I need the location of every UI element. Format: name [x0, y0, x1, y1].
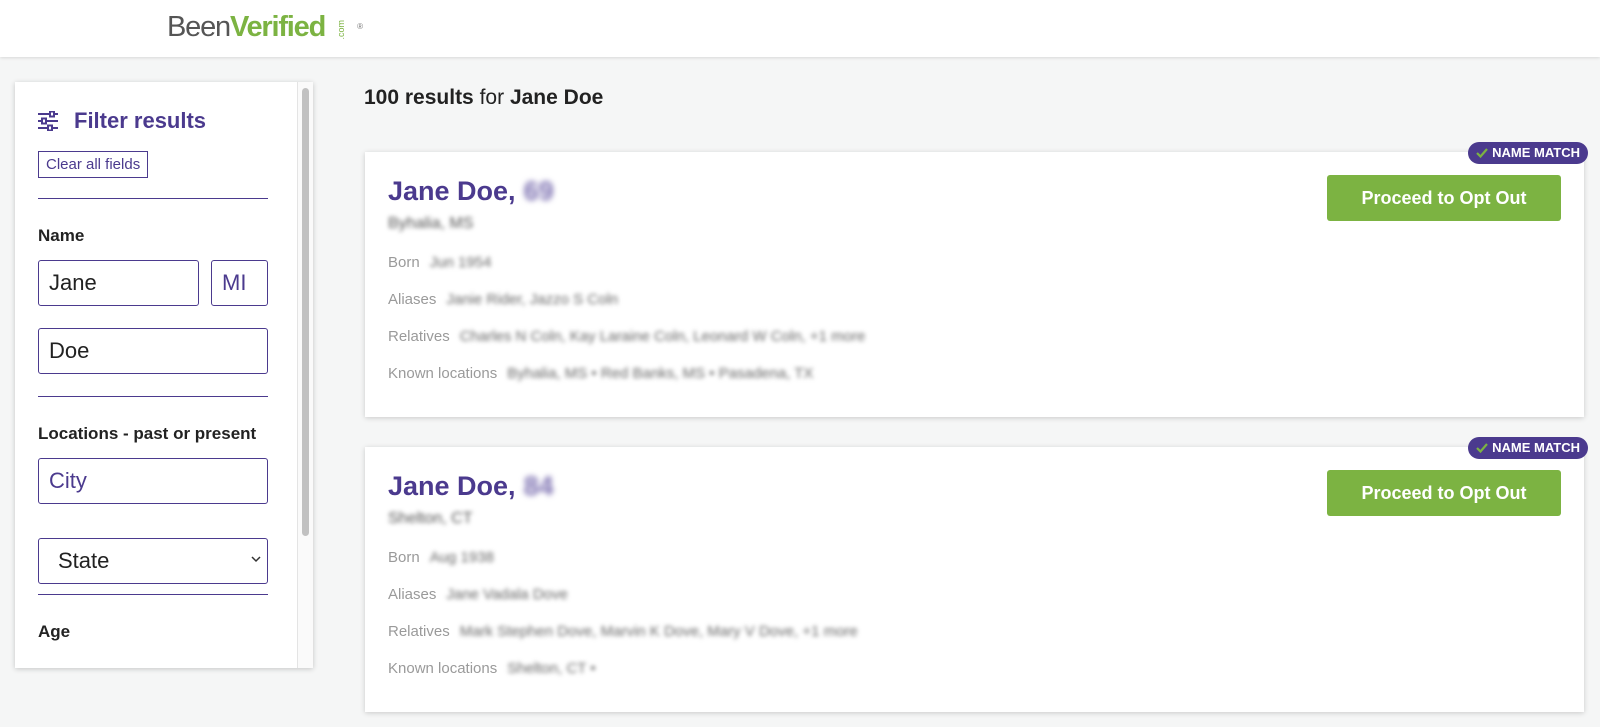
result-card: NAME MATCH Jane Doe, 69 Byhalia, MS Born…: [365, 142, 1588, 417]
name-match-badge: NAME MATCH: [1468, 142, 1588, 164]
result-card: NAME MATCH Jane Doe, 84 Shelton, CT Born…: [365, 437, 1588, 712]
proceed-to-opt-out-button[interactable]: Proceed to Opt Out: [1327, 175, 1561, 221]
sidebar-scrollbar-thumb[interactable]: [302, 88, 309, 536]
logo-been-text: Been: [167, 11, 231, 43]
logo-verified-text: Verified: [229, 11, 326, 43]
known-locations-row: Known locations Shelton, CT •: [388, 660, 596, 677]
known-locations-row: Known locations Byhalia, MS • Red Banks,…: [388, 365, 813, 382]
aliases-label: Aliases: [388, 291, 437, 308]
result-age: 84: [523, 471, 554, 501]
filter-sidebar: Filter results Clear all fields Name Jan…: [15, 82, 313, 668]
divider: [38, 198, 268, 199]
aliases-value: Jane Vadala Dove: [446, 586, 568, 603]
proceed-to-opt-out-button[interactable]: Proceed to Opt Out: [1327, 470, 1561, 516]
relatives-row: Relatives Mark Stephen Dove, Marvin K Do…: [388, 623, 858, 640]
badge-label: NAME MATCH: [1492, 440, 1580, 455]
age-label: Age: [38, 622, 71, 641]
relatives-label: Relatives: [388, 328, 450, 345]
result-name-link[interactable]: Jane Doe, 69: [388, 176, 554, 207]
logo-com-text: .com: [336, 20, 347, 40]
aliases-row: Aliases Janie Rider, Jazzo S Coln: [388, 291, 618, 308]
born-row: Born Jun 1954: [388, 254, 491, 271]
known-locations-value: Byhalia, MS • Red Banks, MS • Pasadena, …: [507, 365, 814, 382]
badge-label: NAME MATCH: [1492, 145, 1580, 160]
relatives-value: Mark Stephen Dove, Marvin K Dove, Mary V…: [459, 623, 858, 640]
divider: [38, 396, 268, 397]
results-query: Jane Doe: [509, 86, 604, 109]
name-match-badge: NAME MATCH: [1468, 437, 1588, 459]
relatives-label: Relatives: [388, 623, 450, 640]
known-locations-label: Known locations: [388, 660, 498, 677]
name-label: Name: [38, 226, 85, 245]
born-value: Aug 1938: [429, 549, 494, 566]
results-for-text: for: [479, 86, 505, 109]
result-location: Shelton, CT: [388, 510, 473, 527]
born-value: Jun 1954: [429, 254, 492, 271]
born-label: Born: [388, 254, 420, 271]
known-locations-label: Known locations: [388, 365, 498, 382]
beenverified-logo[interactable]: Been Verified .com ®: [167, 12, 363, 42]
divider: [38, 594, 268, 595]
chevron-down-icon: [251, 556, 261, 563]
born-label: Born: [388, 549, 420, 566]
filter-title: Filter results: [74, 108, 207, 133]
sidebar-scrollbar[interactable]: [297, 82, 313, 668]
first-name-input[interactable]: Jane: [38, 260, 199, 306]
results-count: 100 results: [364, 86, 474, 109]
sliders-icon: [38, 111, 58, 131]
aliases-label: Aliases: [388, 586, 437, 603]
middle-initial-input[interactable]: MI: [211, 260, 268, 306]
relatives-value: Charles N Coln, Kay Laraine Coln, Leonar…: [459, 328, 866, 345]
checkmark-icon: [1476, 443, 1488, 454]
logo-registered-mark: ®: [357, 22, 364, 31]
checkmark-icon: [1476, 148, 1488, 159]
filter-header: Filter results: [37, 108, 206, 134]
state-select-value: State: [58, 548, 110, 573]
known-locations-value: Shelton, CT •: [507, 660, 596, 677]
result-location: Byhalia, MS: [388, 215, 474, 232]
result-age: 69: [523, 176, 554, 206]
aliases-row: Aliases Jane Vadala Dove: [388, 586, 568, 603]
result-name-link[interactable]: Jane Doe, 84: [388, 471, 554, 502]
top-bar: Been Verified .com ®: [0, 0, 1600, 57]
results-heading: 100 results for Jane Doe: [364, 86, 603, 110]
state-select[interactable]: State: [38, 538, 268, 584]
locations-label: Locations - past or present: [38, 424, 257, 443]
aliases-value: Janie Rider, Jazzo S Coln: [446, 291, 619, 308]
city-input[interactable]: City: [38, 458, 268, 504]
relatives-row: Relatives Charles N Coln, Kay Laraine Co…: [388, 328, 865, 345]
clear-all-fields-button[interactable]: Clear all fields: [38, 151, 149, 178]
result-name: Jane Doe,: [388, 176, 516, 206]
result-name: Jane Doe,: [388, 471, 516, 501]
last-name-input[interactable]: Doe: [38, 328, 268, 374]
born-row: Born Aug 1938: [388, 549, 494, 566]
